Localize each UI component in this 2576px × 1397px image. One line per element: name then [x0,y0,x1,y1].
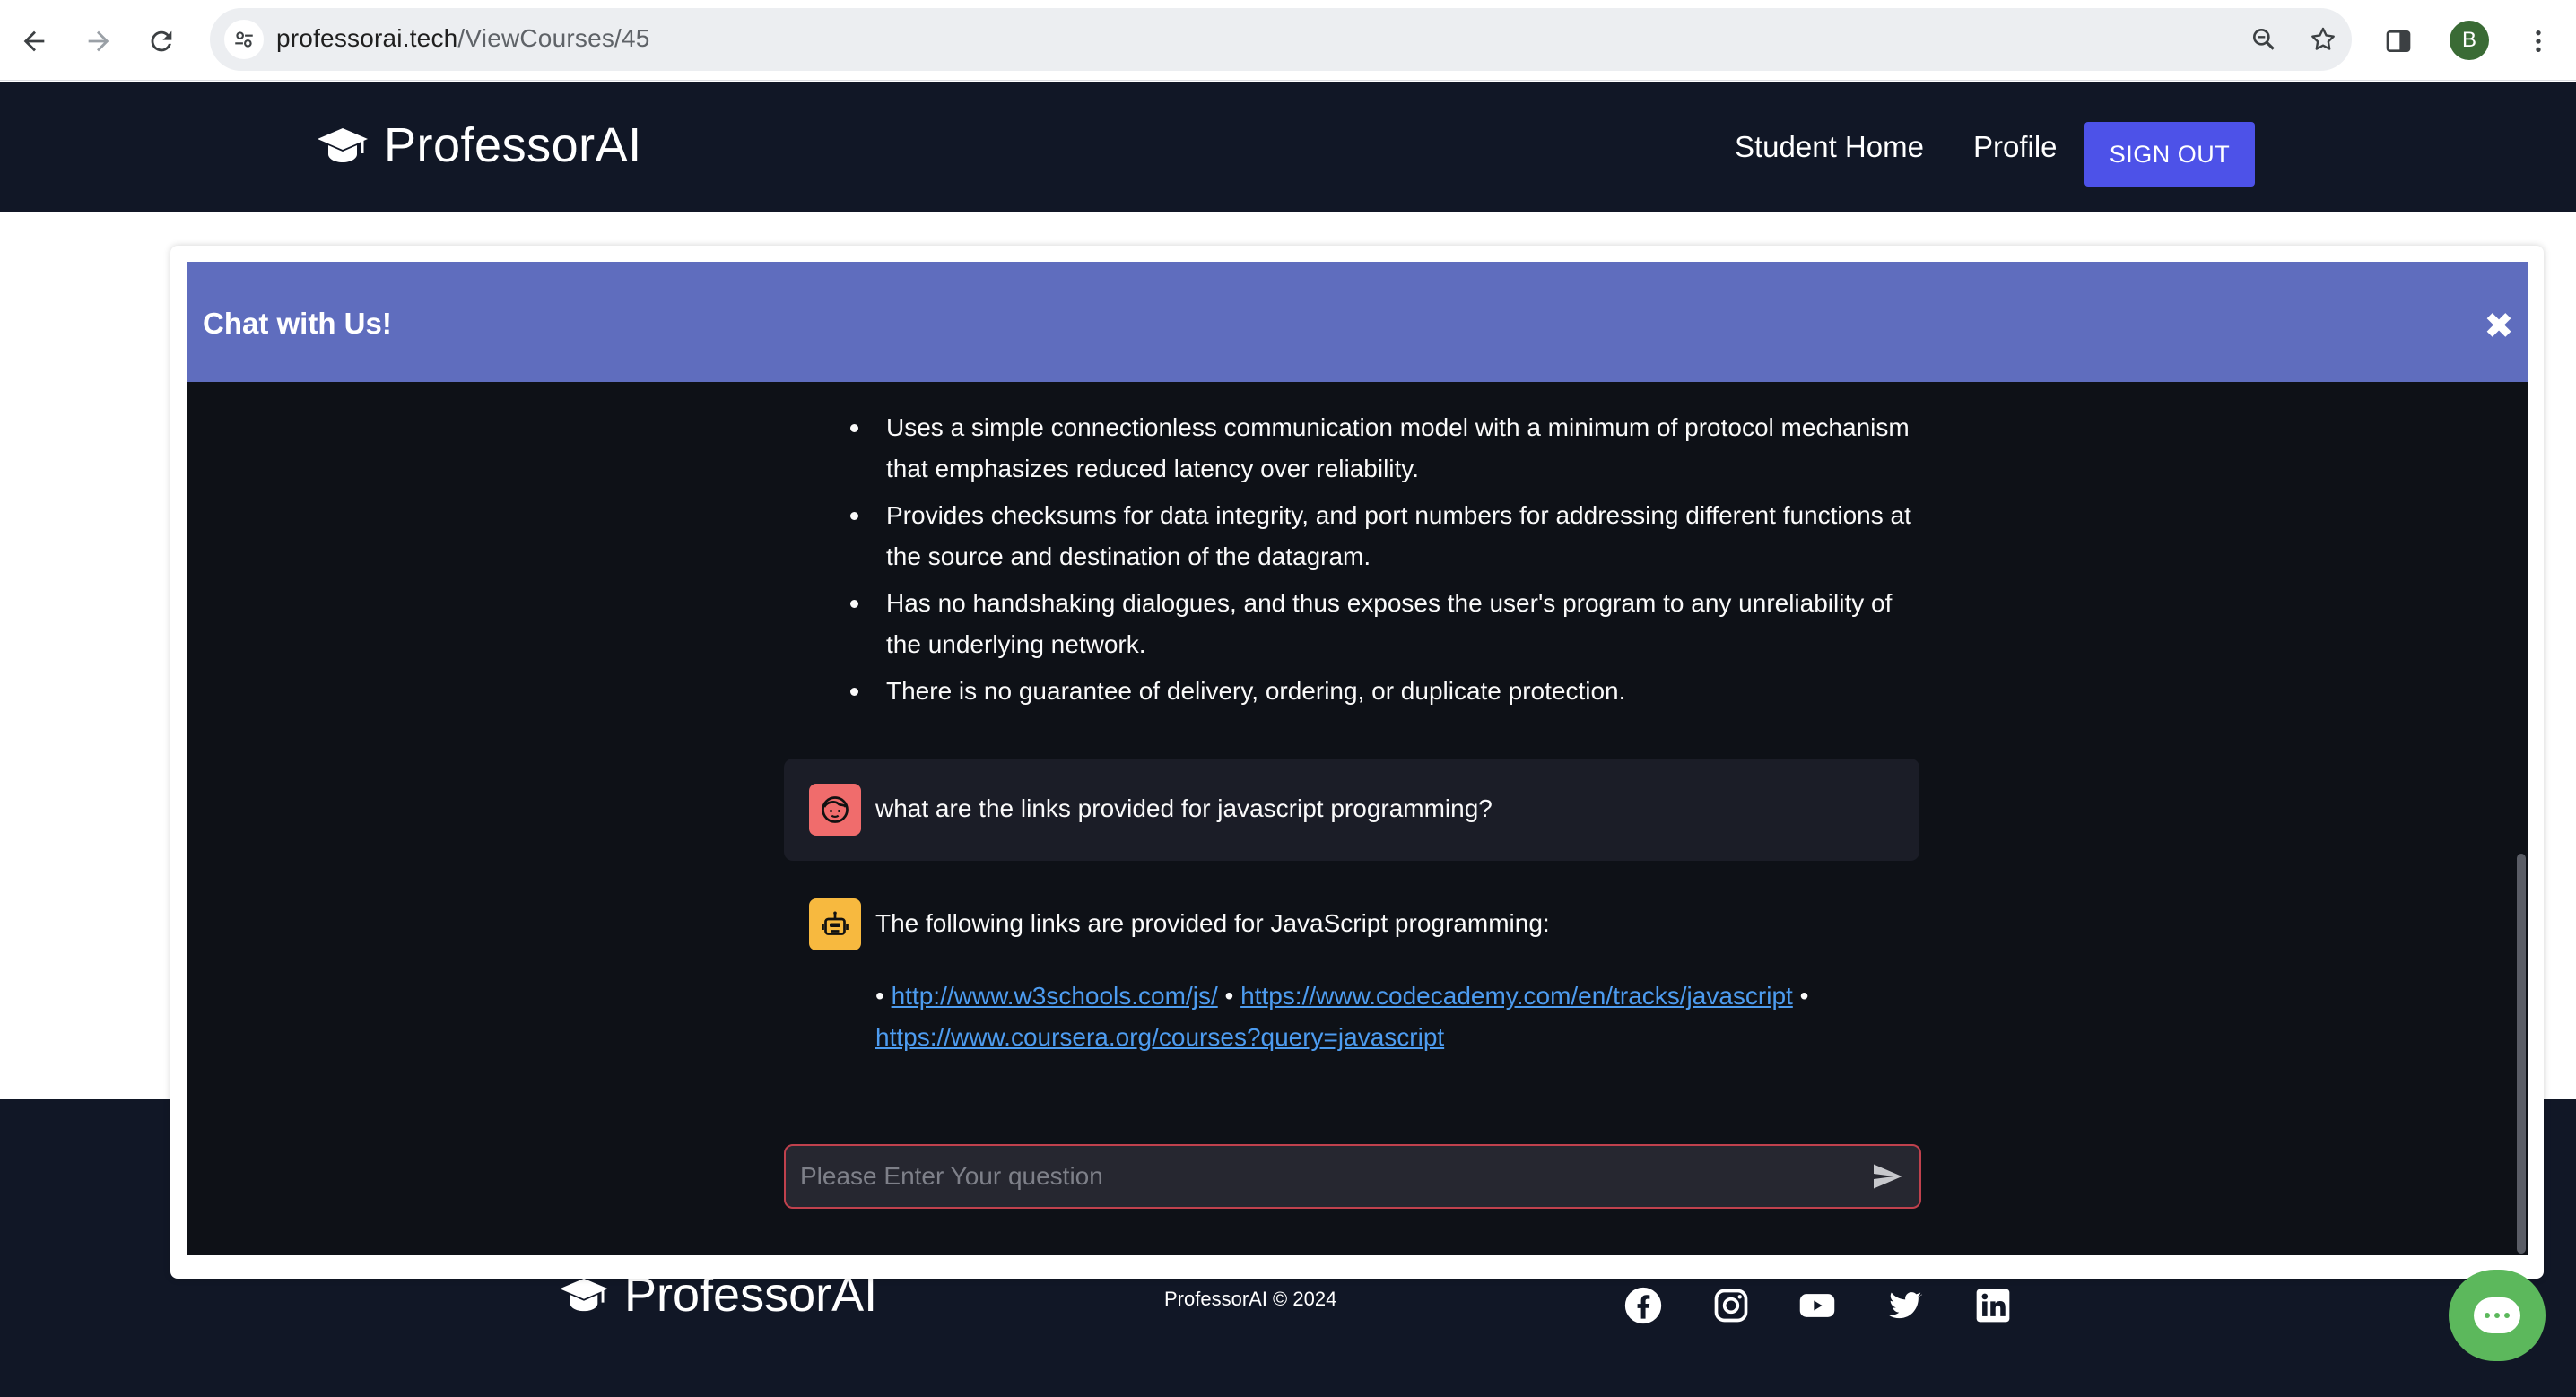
side-panel-icon [2386,30,2411,52]
user-avatar [809,784,861,836]
link-codecademy[interactable]: https://www.codecademy.com/en/tracks/jav… [1240,982,1793,1010]
forward-button[interactable] [77,20,120,63]
close-icon[interactable]: ✖ [2483,308,2515,344]
copyright-text: ProfessorAI © 2024 [1164,1288,1337,1310]
browser-toolbar: professorai.tech/ViewCourses/45 B [0,0,2576,81]
app-header: ProfessorAI Student Home Profile SIGN OU… [0,82,2576,212]
user-message: what are the links provided for javascri… [784,759,1919,861]
nav-student-home[interactable]: Student Home [1735,130,1924,164]
reload-button[interactable] [140,20,183,63]
link-w3schools[interactable]: http://www.w3schools.com/js/ [892,982,1218,1010]
link-coursera[interactable]: https://www.coursera.org/courses?query=j… [875,1023,1444,1051]
nav-profile[interactable]: Profile [1973,130,2058,164]
bot-avatar [809,898,861,950]
graduation-cap-icon [318,128,368,162]
list-item: Uses a simple connectionless communicati… [850,407,1918,490]
tune-icon [235,31,253,48]
youtube-icon[interactable] [1797,1286,1837,1325]
kebab-menu-icon [2536,30,2541,52]
chat-bubble-icon [2474,1297,2520,1333]
list-item: Has no handshaking dialogues, and thus e… [850,583,1918,665]
bookmark-button[interactable] [2307,23,2339,56]
user-face-icon [822,796,849,823]
sign-out-button[interactable]: SIGN OUT [2084,122,2255,187]
bullet-separator: • [1224,982,1234,1010]
side-panel-button[interactable] [2377,20,2420,63]
url-domain: professorai.tech [276,24,458,52]
chat-launcher-button[interactable] [2449,1270,2546,1361]
question-input[interactable] [800,1146,1841,1207]
bullet-separator: • [1799,982,1809,1010]
question-input-box [784,1144,1921,1209]
back-button[interactable] [13,20,56,63]
profile-avatar[interactable]: B [2450,21,2489,60]
chat-scrollbar[interactable] [2517,854,2526,1254]
chat-title: Chat with Us! [203,307,392,340]
chat-body: Uses a simple connectionless communicati… [187,382,2528,1255]
site-info-button[interactable] [224,20,264,59]
send-button[interactable] [1869,1158,1905,1194]
brand-logo[interactable]: ProfessorAI [316,117,642,173]
reload-icon [151,30,172,52]
forward-arrow-icon [88,30,109,52]
linkedin-icon[interactable] [1973,1286,2013,1325]
url-path: /ViewCourses/45 [457,24,650,52]
list-item: There is no guarantee of delivery, order… [850,671,1918,712]
url-text: professorai.tech/ViewCourses/45 [276,24,650,53]
list-item: Provides checksums for data integrity, a… [850,495,1918,577]
twitter-icon[interactable] [1885,1286,1925,1325]
instagram-icon[interactable] [1711,1286,1751,1325]
bot-message-text: The following links are provided for Jav… [875,909,1550,937]
chrome-menu-button[interactable] [2517,20,2560,63]
profile-initial: B [2461,28,2476,52]
back-arrow-icon [23,30,45,52]
send-icon [1874,1164,1902,1189]
star-icon [2311,27,2335,50]
address-bar[interactable]: professorai.tech/ViewCourses/45 [210,8,2352,71]
robot-icon [822,911,849,935]
chat-header: Chat with Us! ✖ [187,262,2528,382]
bot-message: The following links are provided for Jav… [784,881,1919,1096]
zoom-button[interactable] [2248,23,2280,56]
graduation-cap-icon [560,1278,608,1312]
facebook-icon[interactable] [1623,1286,1663,1325]
bullet-separator: • [875,982,884,1010]
user-message-text: what are the links provided for javascri… [875,794,1493,822]
brand-name: ProfessorAI [384,118,642,172]
chat-modal: Chat with Us! ✖ Uses a simple connection… [170,246,2544,1279]
zoom-icon [2253,28,2275,50]
bot-bullet-list: Uses a simple connectionless communicati… [850,407,1918,717]
bot-links: • http://www.w3schools.com/js/ • https:/… [875,976,1889,1058]
